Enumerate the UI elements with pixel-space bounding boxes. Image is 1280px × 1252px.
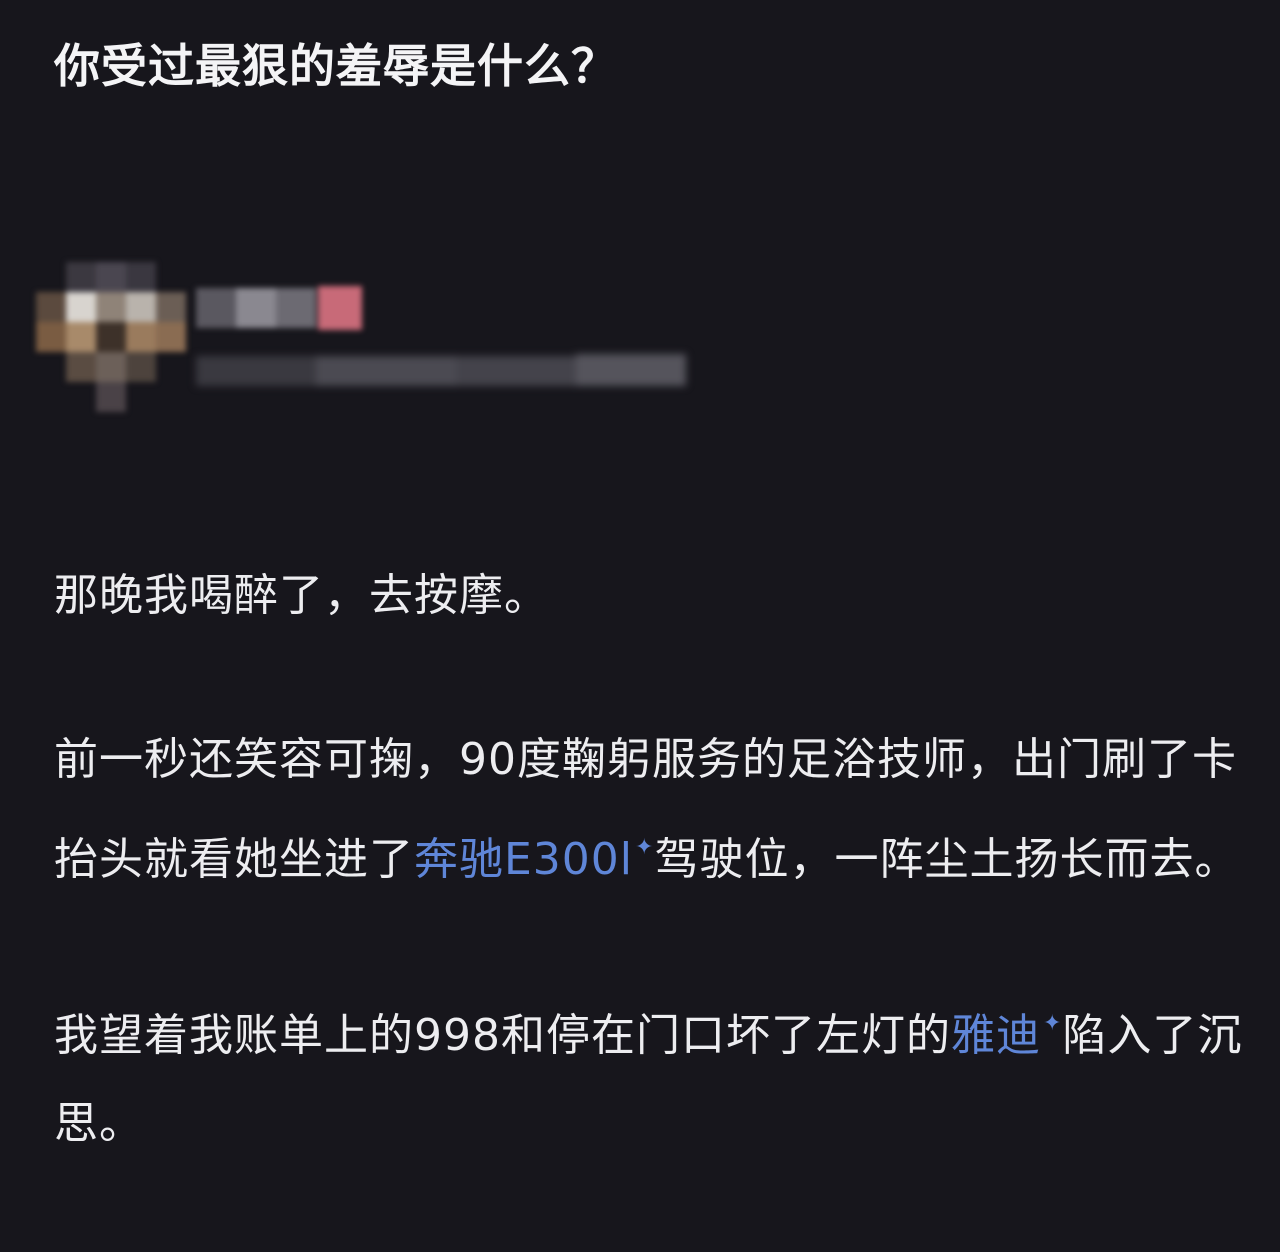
avatar[interactable]: [36, 262, 186, 412]
sparkle-icon[interactable]: ✦: [635, 804, 654, 892]
answer-paragraph: 那晚我喝醉了，去按摩。: [54, 570, 549, 621]
sparkle-icon[interactable]: ✦: [1043, 980, 1062, 1068]
author-bio: [196, 350, 696, 394]
answer-paragraph: 前一秒还笑容可掬，90度鞠躬服务的足浴技师，出门刷了卡抬头就看她坐进了奔驰E30…: [54, 716, 1244, 904]
answer-body: 那晚我喝醉了，去按摩。 前一秒还笑容可掬，90度鞠躬服务的足浴技师，出门刷了卡抬…: [54, 552, 1244, 1168]
answer-text: 我望着我账单上的998和停在门口坏了左灯的: [54, 1010, 951, 1061]
answer-text: 驾驶位，一阵尘土扬长而去。: [654, 834, 1240, 885]
question-title: 你受过最狠的羞辱是什么？: [54, 39, 618, 93]
answer-paragraph: 我望着我账单上的998和停在门口坏了左灯的雅迪✦陷入了沉思。: [54, 980, 1244, 1168]
search-link-yadea[interactable]: 雅迪: [951, 1010, 1041, 1061]
author-name[interactable]: [196, 284, 376, 332]
author-info[interactable]: [36, 262, 716, 432]
search-link-benz[interactable]: 奔驰E300l: [414, 834, 633, 885]
